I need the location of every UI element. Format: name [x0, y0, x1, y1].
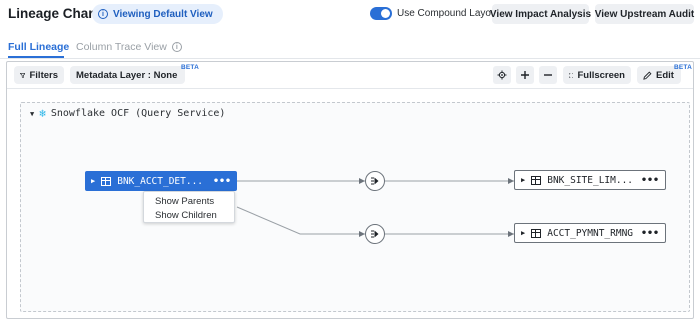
more-options-icon[interactable]: •••: [213, 176, 231, 187]
lineage-node-target-1[interactable]: ▶ BNK_SITE_LIM... •••: [514, 170, 666, 190]
edge-source-to-process-2: [236, 206, 365, 235]
process-icon: [371, 177, 379, 185]
node-context-menu: Show Parents Show Children: [143, 191, 235, 223]
table-icon: [101, 176, 112, 186]
table-icon: [531, 228, 542, 238]
table-icon: [531, 175, 542, 185]
more-options-icon[interactable]: •••: [641, 228, 659, 239]
lineage-node-source[interactable]: ▶ BNK_ACCT_DET... •••: [85, 171, 237, 191]
more-options-icon[interactable]: •••: [641, 175, 659, 186]
caret-right-icon[interactable]: ▶: [521, 229, 525, 237]
menu-item-show-children[interactable]: Show Children: [155, 210, 217, 221]
caret-right-icon[interactable]: ▶: [521, 176, 525, 184]
lineage-edges: [236, 178, 514, 237]
process-node-1[interactable]: [365, 171, 385, 191]
process-icon: [371, 230, 379, 238]
process-node-2[interactable]: [365, 224, 385, 244]
node-name: BNK_ACCT_DET...: [117, 175, 204, 187]
menu-item-show-parents[interactable]: Show Parents: [155, 196, 214, 207]
node-name: ACCT_PYMNT_RMNG: [547, 227, 634, 239]
caret-right-icon[interactable]: ▶: [91, 177, 95, 185]
node-name: BNK_SITE_LIM...: [547, 174, 634, 186]
lineage-node-target-2[interactable]: ▶ ACCT_PYMNT_RMNG •••: [514, 223, 666, 243]
